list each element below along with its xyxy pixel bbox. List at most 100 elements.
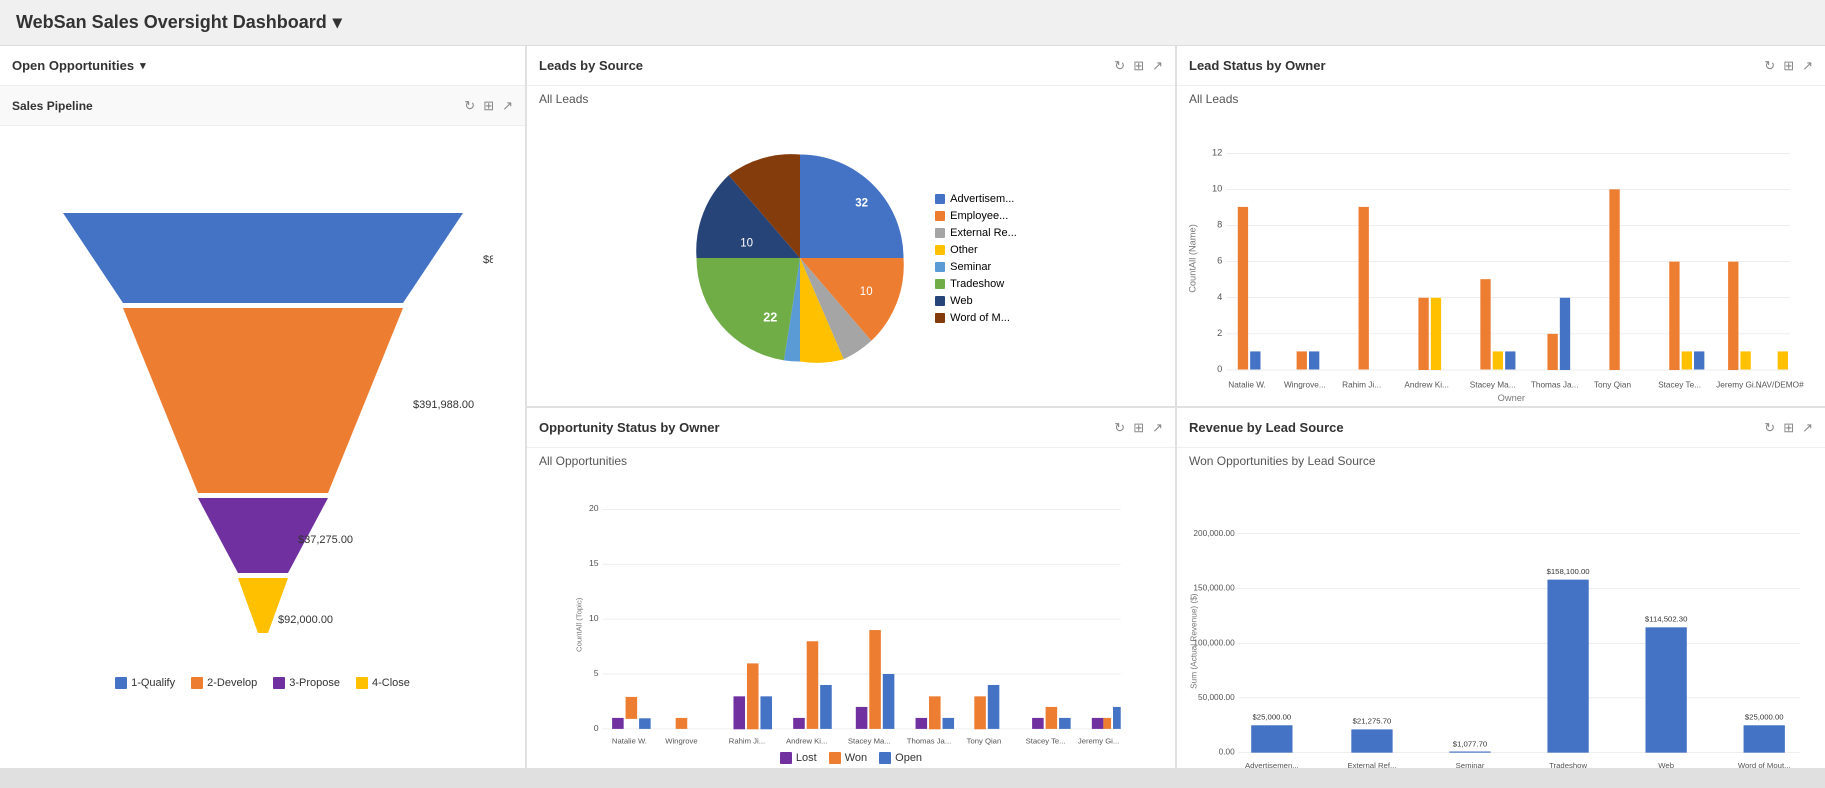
- revenue-refresh-icon[interactable]: ↻: [1764, 420, 1775, 436]
- legend-develop-label: 2-Develop: [207, 677, 257, 689]
- legend-won-label: Won: [845, 752, 867, 764]
- rev-label-web: $114,502.30: [1645, 615, 1687, 624]
- opp-bar-andrew-lost: [793, 718, 805, 729]
- rev-xlab-web: Web: [1658, 761, 1674, 768]
- pie-leg-web-color: [935, 296, 945, 306]
- opp-status-title: Opportunity Status by Owner: [539, 420, 720, 435]
- rev-bar-adv: [1251, 725, 1292, 752]
- pie-leg-external: External Re...: [935, 227, 1017, 239]
- bar-staceym-qualified: [1480, 279, 1490, 369]
- opp-status-subtitle: All Opportunities: [527, 448, 1175, 472]
- panel-leads-by-source: Leads by Source ↻ ⊞ ↗ All Leads: [527, 46, 1175, 406]
- leads-table-icon[interactable]: ⊞: [1133, 58, 1144, 74]
- lead-status-expand-icon[interactable]: ↗: [1802, 58, 1813, 74]
- leads-expand-icon[interactable]: ↗: [1152, 58, 1163, 74]
- opp-bar-natalie-won: [626, 697, 638, 719]
- bar-staceyt-contacted: [1682, 351, 1692, 369]
- pie-leg-advertisem-color: [935, 194, 945, 204]
- opp-y-15: 15: [589, 558, 599, 568]
- label-staceyt: Stacey Te...: [1658, 381, 1701, 390]
- pie-leg-employee-label: Employee...: [950, 210, 1008, 222]
- pie-legend: Advertisem... Employee... External Re...…: [935, 193, 1017, 324]
- pie-seg-tradeshow: [697, 258, 801, 360]
- bar-wingrove-qualified: [1297, 351, 1307, 369]
- pie-leg-seminar: Seminar: [935, 261, 1017, 273]
- y-axis-0: 0: [1217, 364, 1222, 374]
- opp-bar-staceym-lost: [856, 707, 868, 729]
- pie-seg-advertisem: [800, 155, 904, 259]
- bar-wingrove-new: [1309, 351, 1319, 369]
- legend-propose-label: 3-Propose: [289, 677, 340, 689]
- bar-jeremy-qualified: [1728, 262, 1738, 370]
- label-staceym: Stacey Ma...: [1470, 381, 1516, 390]
- bar-group-jeremy: Jeremy Gi...: [1716, 262, 1760, 390]
- opp-bar-staceyt-lost: [1032, 718, 1044, 729]
- app-title-chevron[interactable]: ▾: [333, 12, 342, 33]
- sales-pipeline-title: Sales Pipeline: [12, 99, 93, 113]
- revenue-subtitle: Won Opportunities by Lead Source: [1177, 448, 1825, 472]
- rev-y-50k: 50,000.00: [1198, 693, 1235, 702]
- opp-bar-rahim-won: [747, 663, 759, 729]
- opp-status-legend: Lost Won Open: [768, 750, 934, 768]
- bar-staceym-new: [1505, 351, 1515, 369]
- pie-leg-seminar-color: [935, 262, 945, 272]
- revenue-table-icon[interactable]: ⊞: [1783, 420, 1794, 436]
- legend-lost: Lost: [780, 752, 817, 764]
- lead-status-header: Lead Status by Owner ↻ ⊞ ↗: [1177, 46, 1825, 86]
- rev-xlab-trade: Tradeshow: [1549, 761, 1587, 768]
- opp-status-expand-icon[interactable]: ↗: [1152, 420, 1163, 436]
- y-axis-6: 6: [1217, 256, 1222, 266]
- lead-status-title: Lead Status by Owner: [1189, 58, 1326, 73]
- sales-pipeline-subheader: Sales Pipeline ↻ ⊞ ↗: [0, 86, 525, 126]
- funnel-stage-1: [63, 213, 463, 303]
- opp-bar-staceyt-open: [1059, 718, 1071, 729]
- pie-leg-wordofm: Word of M...: [935, 312, 1017, 324]
- opp-status-table-icon[interactable]: ⊞: [1133, 420, 1144, 436]
- opp-label-thomas: Thomas Ja...: [907, 736, 951, 745]
- rev-label-ext: $21,275.70: [1353, 717, 1392, 726]
- opp-y-axis-title: CountAll (Topic): [574, 597, 583, 652]
- lead-status-refresh-icon[interactable]: ↻: [1764, 58, 1775, 74]
- revenue-body: 0.00 50,000.00 100,000.00 150,000.00 200…: [1177, 472, 1825, 768]
- legend-close-label: 4-Close: [372, 677, 410, 689]
- pie-leg-wordofm-label: Word of M...: [950, 312, 1010, 324]
- refresh-icon[interactable]: ↻: [464, 98, 475, 114]
- bar-group-rahim: Rahim Ji...: [1342, 207, 1381, 390]
- lead-status-subtitle: All Leads: [1177, 86, 1825, 110]
- legend-qualify-dot: [115, 677, 127, 689]
- pie-leg-employee-color: [935, 211, 945, 221]
- opp-bar-staceym-won: [869, 630, 881, 729]
- leads-source-body: 32 10 22 10 Advertisem... Employee...: [527, 110, 1175, 406]
- opp-bar-natalie: Natalie W.: [612, 697, 651, 745]
- label-wingrove: Wingrove...: [1284, 381, 1326, 390]
- expand-icon[interactable]: ↗: [502, 98, 513, 114]
- opp-status-header: Opportunity Status by Owner ↻ ⊞ ↗: [527, 408, 1175, 448]
- open-opps-title-group: Open Opportunities ▾: [12, 58, 146, 73]
- bar-natalie-qualified: [1238, 207, 1248, 370]
- table-icon[interactable]: ⊞: [483, 98, 494, 114]
- pie-leg-tradeshow-label: Tradeshow: [950, 278, 1004, 290]
- opp-bar-jeremy-lost: [1092, 718, 1104, 729]
- opp-status-refresh-icon[interactable]: ↻: [1114, 420, 1125, 436]
- revenue-expand-icon[interactable]: ↗: [1802, 420, 1813, 436]
- funnel-stage-2: [123, 308, 403, 493]
- bar-andrew-contacted: [1431, 298, 1441, 370]
- dashboard-grid: Open Opportunities ▾ Sales Pipeline ↻ ⊞ …: [0, 46, 1825, 788]
- leads-source-title: Leads by Source: [539, 58, 643, 73]
- opp-bar-wingrove: Wingrove: [665, 718, 697, 745]
- legend-open: Open: [879, 752, 922, 764]
- bar-thomas-new: [1560, 298, 1570, 370]
- pie-label-top: 32: [855, 197, 868, 209]
- opp-y-0: 0: [594, 723, 599, 733]
- panel-opp-status-by-owner: Opportunity Status by Owner ↻ ⊞ ↗ All Op…: [527, 408, 1175, 768]
- rev-y-axis-title: Sum (Actual Revenue) ($): [1189, 593, 1198, 689]
- lead-status-icons: ↻ ⊞ ↗: [1764, 58, 1813, 74]
- opp-y-5: 5: [594, 668, 599, 678]
- bar-group-thomas: Thomas Ja...: [1531, 298, 1579, 390]
- pie-leg-advertisem: Advertisem...: [935, 193, 1017, 205]
- rev-xlab-wom: Word of Mout...: [1738, 761, 1791, 768]
- legend-propose-dot: [273, 677, 285, 689]
- open-opps-chevron[interactable]: ▾: [140, 59, 146, 72]
- lead-status-table-icon[interactable]: ⊞: [1783, 58, 1794, 74]
- leads-refresh-icon[interactable]: ↻: [1114, 58, 1125, 74]
